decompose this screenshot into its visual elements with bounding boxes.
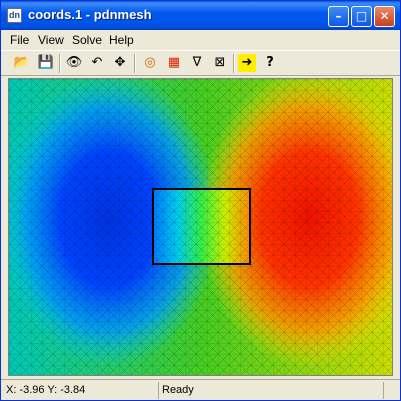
toolbar-separator bbox=[134, 54, 136, 73]
minimize-button[interactable]: – bbox=[328, 6, 349, 27]
minimize-icon: – bbox=[335, 9, 342, 23]
status-separator bbox=[158, 382, 159, 399]
rotate-icon[interactable]: ↶ bbox=[88, 54, 106, 72]
menu-solve[interactable]: Solve bbox=[72, 33, 102, 47]
title-bar[interactable]: dn coords.1 - pdnmesh – □ ✕ bbox=[1, 1, 400, 30]
mesh-canvas[interactable] bbox=[8, 78, 393, 376]
move-icon[interactable]: ✥ bbox=[111, 54, 129, 72]
potential-plot[interactable] bbox=[9, 79, 392, 375]
menu-bar: File View Solve Help bbox=[1, 30, 400, 50]
menu-view[interactable]: View bbox=[38, 33, 64, 47]
status-separator bbox=[383, 382, 384, 399]
toolbar-separator bbox=[233, 54, 235, 73]
cursor-coordinates: X: -3.96 Y: -3.84 bbox=[6, 384, 86, 396]
arrow-right-icon[interactable]: ➜ bbox=[238, 54, 256, 72]
app-icon[interactable]: dn bbox=[7, 8, 22, 23]
close-button[interactable]: ✕ bbox=[374, 6, 395, 27]
eye-icon[interactable]: 👁 bbox=[65, 54, 83, 72]
contour-icon[interactable]: ◎ bbox=[141, 54, 159, 72]
save-icon[interactable]: 💾 bbox=[37, 54, 55, 72]
close-icon: ✕ bbox=[379, 9, 390, 23]
menu-file[interactable]: File bbox=[10, 33, 29, 47]
mesh-overlay bbox=[9, 79, 392, 375]
toolbar-separator bbox=[59, 54, 61, 73]
menu-help[interactable]: Help bbox=[109, 33, 134, 47]
window-title: coords.1 - pdnmesh bbox=[28, 7, 152, 22]
mesh-icon[interactable]: ⊠ bbox=[211, 54, 229, 72]
gradient-icon[interactable]: ∇ bbox=[188, 54, 206, 72]
color-map-icon[interactable]: ▦ bbox=[165, 54, 183, 72]
maximize-icon: □ bbox=[355, 9, 368, 23]
toolbar: 📂 💾 👁 ↶ ✥ ◎ ▦ ∇ ⊠ ➜ ? bbox=[1, 50, 400, 76]
status-text: Ready bbox=[162, 384, 194, 396]
help-icon[interactable]: ? bbox=[261, 54, 279, 72]
maximize-button[interactable]: □ bbox=[351, 6, 372, 27]
open-folder-icon[interactable]: 📂 bbox=[13, 54, 31, 72]
status-bar: X: -3.96 Y: -3.84 Ready bbox=[1, 379, 400, 400]
app-window: dn coords.1 - pdnmesh – □ ✕ File View So… bbox=[0, 0, 401, 401]
